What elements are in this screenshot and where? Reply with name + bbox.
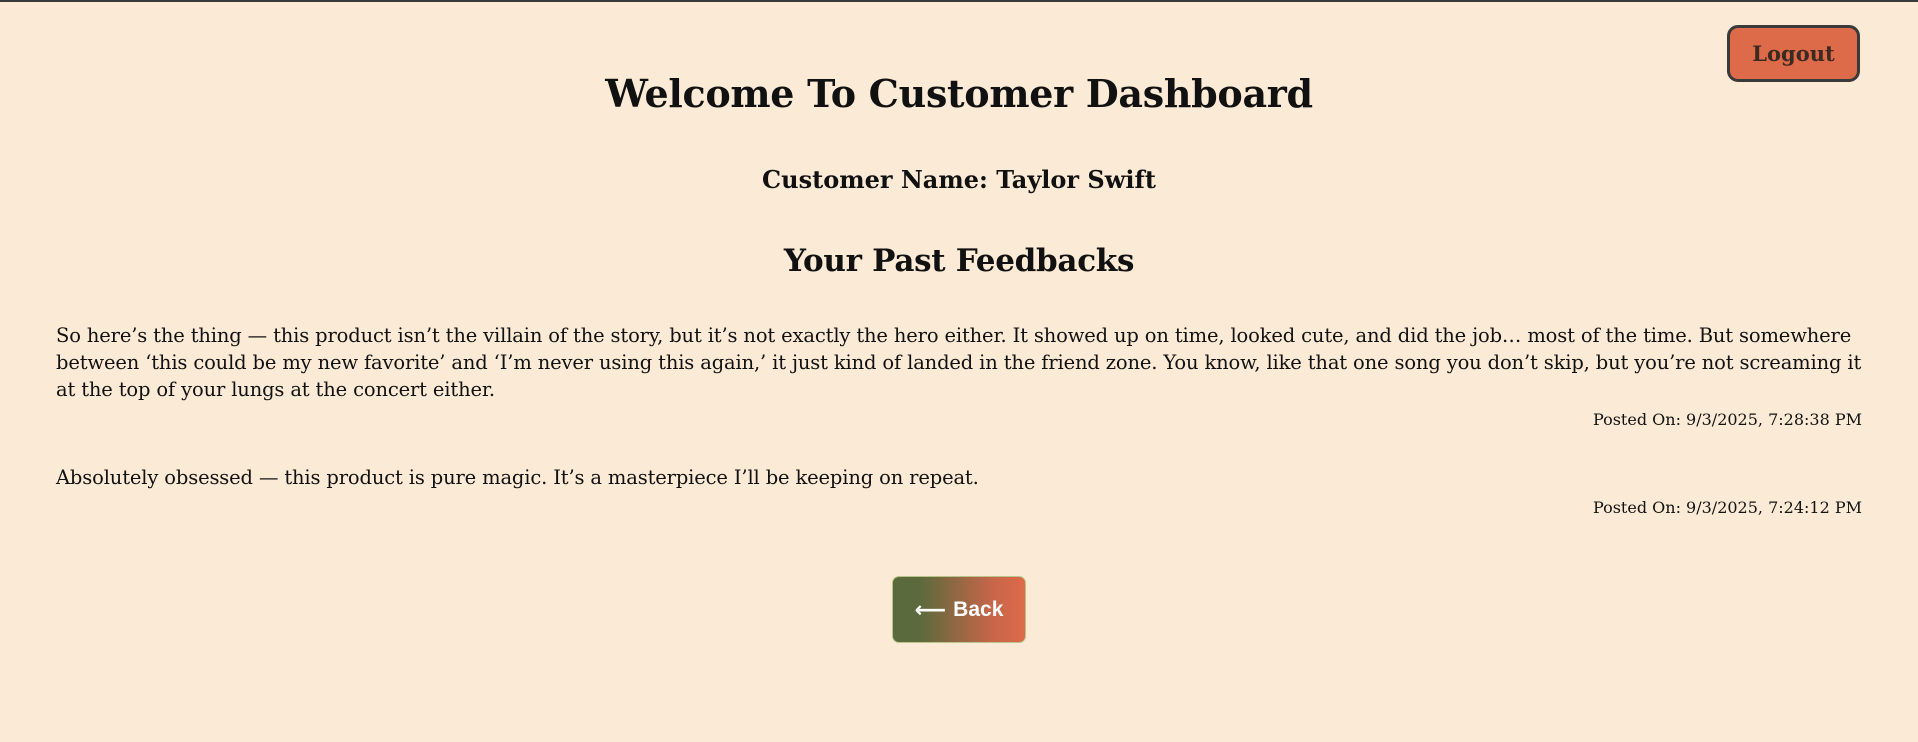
page-title: Welcome To Customer Dashboard [605, 71, 1313, 116]
feedback-posted-date: Posted On: 9/3/2025, 7:24:12 PM [1592, 498, 1862, 517]
feedback-posted-date: Posted On: 9/3/2025, 7:28:38 PM [1592, 410, 1862, 429]
back-button[interactable]: ⟵ Back [892, 576, 1026, 643]
past-feedbacks-heading: Your Past Feedbacks [783, 243, 1135, 279]
back-arrow-icon: ⟵ [914, 596, 947, 622]
customer-name: Customer Name: Taylor Swift [762, 165, 1156, 194]
back-button-label: Back [953, 597, 1004, 621]
feedback-item: So here’s the thing — this product isn’t… [56, 322, 1862, 431]
feedback-text: So here’s the thing — this product isn’t… [56, 324, 1862, 401]
feedback-text: Absolutely obsessed — this product is pu… [56, 466, 979, 489]
feedback-item: Absolutely obsessed — this product is pu… [56, 464, 1862, 519]
